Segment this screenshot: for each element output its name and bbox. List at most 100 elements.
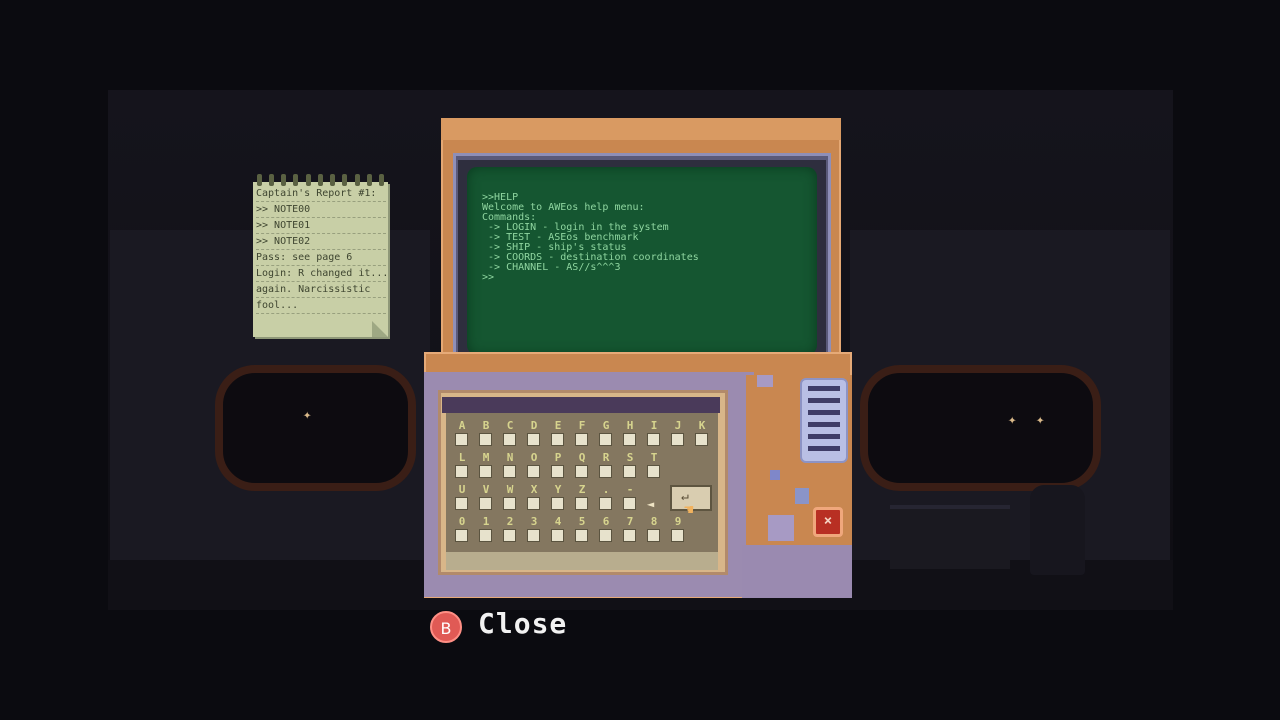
note-line: Pass: see page 6 [256,250,386,266]
keyboard-key[interactable] [695,433,708,446]
keyboard-key[interactable] [671,529,684,542]
keyboard-key[interactable] [599,529,612,542]
key-label: A [458,419,466,432]
keyboard-key[interactable] [623,433,636,446]
keyboard-key[interactable] [599,497,612,510]
keyboard-top-bar [442,397,720,413]
backspace-key[interactable]: ◄ [647,497,654,511]
close-prompt-label[interactable]: Close [478,607,567,640]
key-label: Y [554,483,562,496]
key-label: G [602,419,610,432]
key-label: 9 [674,515,682,528]
key-label: 4 [554,515,562,528]
keyboard-key[interactable] [623,497,636,510]
keyboard-key[interactable] [623,465,636,478]
key-label: D [530,419,538,432]
note-line: again. Narcissistic [256,282,386,298]
key-label: V [482,483,490,496]
star-icon: ✦ [1008,412,1017,428]
keyboard-key[interactable] [671,433,684,446]
keyboard-key[interactable] [575,433,588,446]
keyboard-key[interactable] [647,529,660,542]
key-label: R [602,451,610,464]
terminal-line: -> CHANNEL - AS//s^^^3 [482,262,621,273]
keyboard-key[interactable] [479,529,492,542]
game-scene: ✦ ✦ ✦ Captain's Report #1: >> NOTE00 >> … [0,0,1280,720]
b-button-icon[interactable]: B [430,611,462,643]
vent-slot [808,422,840,427]
keyboard-key[interactable] [551,433,564,446]
note-line[interactable]: >> NOTE00 [256,202,386,218]
key-label: - [626,483,634,496]
note-line[interactable]: >> NOTE02 [256,234,386,250]
keyboard-key[interactable] [647,465,660,478]
base-bottom-panel [742,545,852,598]
note-line: fool... [256,298,386,314]
keyboard-key[interactable] [575,497,588,510]
keyboard-key[interactable] [479,465,492,478]
keyboard-spacebar [446,552,718,570]
keyboard-key[interactable] [479,497,492,510]
keyboard-key[interactable] [527,465,540,478]
key-label: 2 [506,515,514,528]
vent-slot [808,410,840,415]
note-line[interactable]: >> NOTE01 [256,218,386,234]
terminal-screen: >>HELP Welcome to AWEos help menu: Comma… [467,167,817,355]
captains-report-note: Captain's Report #1: >> NOTE00 >> NOTE01… [253,174,388,337]
key-label: L [458,451,466,464]
pixel-detail [795,488,809,504]
keyboard-key[interactable] [503,497,516,510]
keyboard-key[interactable] [455,497,468,510]
key-label: H [626,419,634,432]
background-window-right: ✦ ✦ [860,365,1101,491]
key-label: X [530,483,538,496]
keyboard-key[interactable] [551,529,564,542]
keyboard-key[interactable] [479,433,492,446]
vent-slot [808,446,840,451]
terminal-prompt: >> [482,272,495,283]
keyboard-key[interactable] [527,497,540,510]
vent-slot [808,386,840,391]
key-label: P [554,451,562,464]
keyboard-key[interactable] [551,465,564,478]
key-label: N [506,451,514,464]
note-spiral [253,174,388,186]
keyboard-key[interactable] [455,433,468,446]
key-label: 1 [482,515,490,528]
keyboard-key[interactable] [623,529,636,542]
key-label: U [458,483,466,496]
key-label: M [482,451,490,464]
keyboard-key[interactable] [503,529,516,542]
keyboard-key[interactable] [575,529,588,542]
key-label: I [650,419,658,432]
keyboard-key[interactable] [599,465,612,478]
keyboard-key[interactable] [527,529,540,542]
key-label: Z [578,483,586,496]
close-button[interactable]: × [813,507,843,537]
background-chair [1030,485,1085,575]
keyboard-key[interactable] [551,497,564,510]
background-desk [890,505,1010,569]
key-label: 6 [602,515,610,528]
note-line: Login: R changed it... [256,266,386,282]
keyboard-key[interactable] [575,465,588,478]
keyboard-key[interactable] [455,465,468,478]
keyboard-key[interactable] [599,433,612,446]
key-label: K [698,419,706,432]
vent-grille [800,378,848,463]
key-label: 3 [530,515,538,528]
key-label: Q [578,451,586,464]
key-label: . [602,483,610,496]
keyboard-key[interactable] [455,529,468,542]
pixel-detail [757,375,773,387]
key-label: 7 [626,515,634,528]
keyboard-key[interactable] [647,433,660,446]
keyboard-key[interactable] [503,433,516,446]
key-label: 0 [458,515,466,528]
star-icon: ✦ [1036,412,1045,428]
keyboard-key[interactable] [503,465,516,478]
key-label: W [506,483,514,496]
vent-slot [808,398,840,403]
background-window-left: ✦ [215,365,416,491]
keyboard-key[interactable] [527,433,540,446]
